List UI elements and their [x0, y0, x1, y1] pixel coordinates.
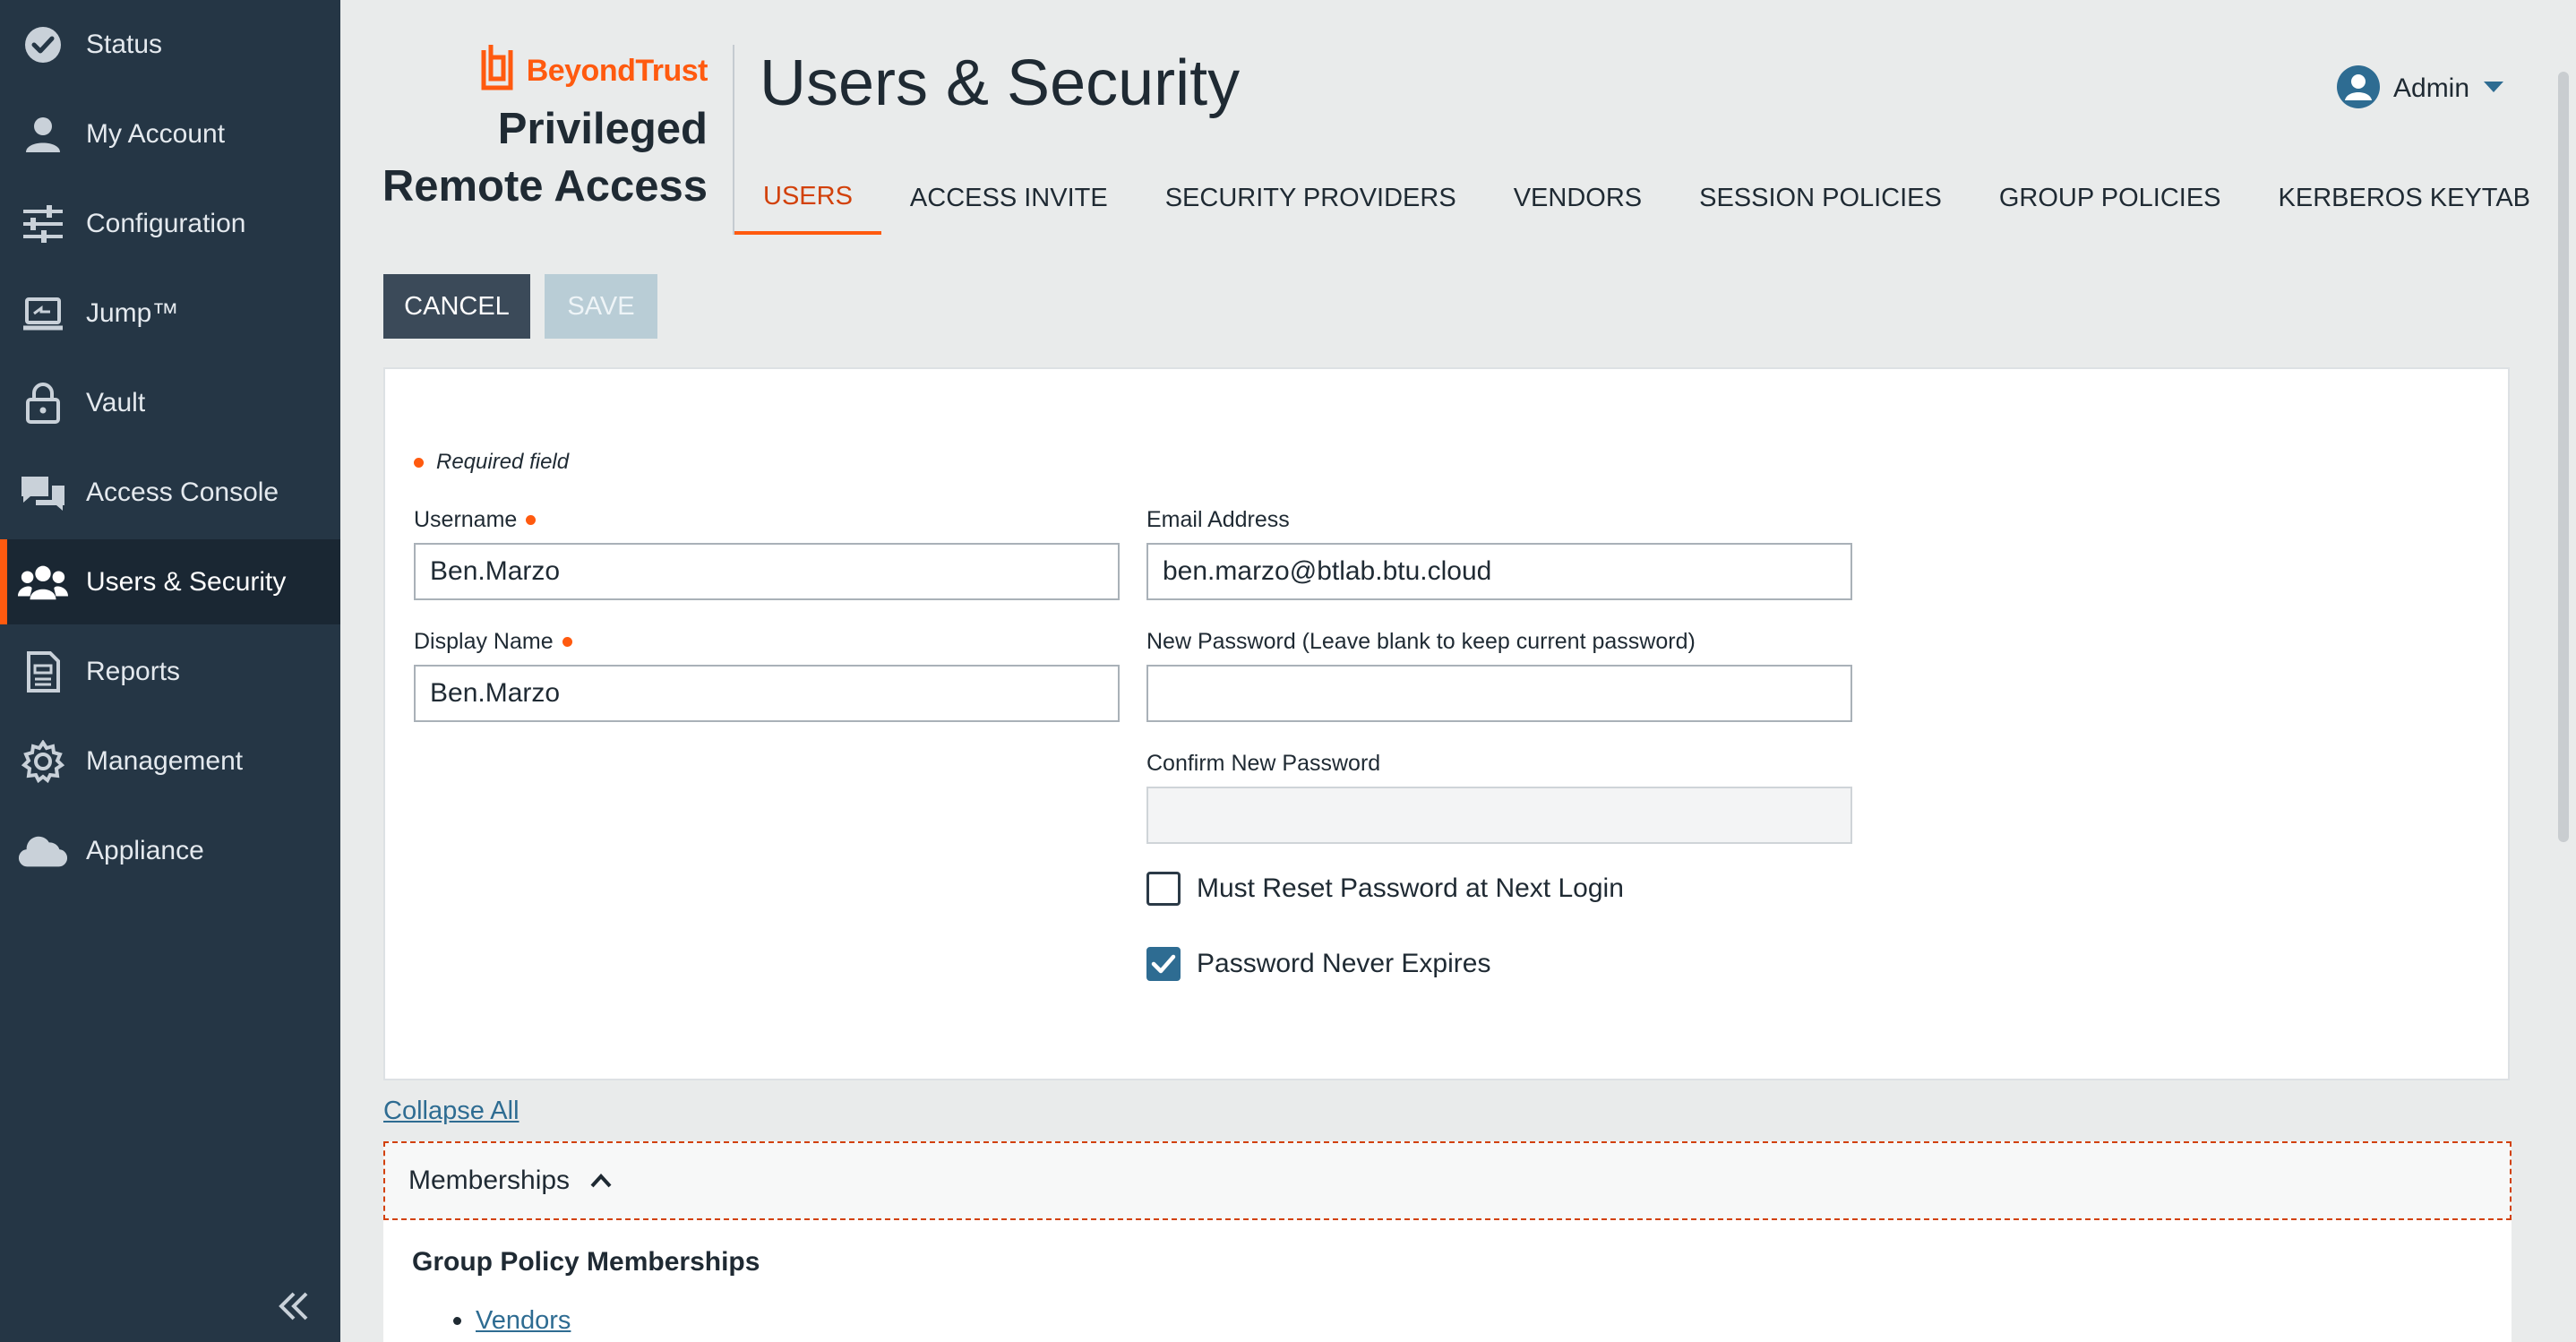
- username-label: Username: [414, 507, 537, 533]
- must-reset-checkbox[interactable]: [1146, 872, 1181, 906]
- bullet: [453, 1317, 461, 1325]
- sidebar-item-label: Access Console: [86, 477, 279, 507]
- users-icon: [18, 557, 68, 607]
- sidebar-item-label: Management: [86, 745, 244, 776]
- sidebar-item-label: Jump™: [86, 297, 179, 328]
- required-dot: [526, 515, 537, 525]
- must-reset-label: Must Reset Password at Next Login: [1197, 873, 1624, 903]
- required-note: Required field: [414, 450, 569, 475]
- cloud-icon: [18, 826, 68, 876]
- sliders-icon: [18, 199, 68, 249]
- chevron-up-icon: [589, 1166, 613, 1196]
- lock-icon: [18, 378, 68, 428]
- never-expires-checkbox-row[interactable]: Password Never Expires: [1146, 944, 1490, 984]
- new-password-label-text: New Password (Leave blank to keep curren…: [1146, 629, 1696, 654]
- group-policy-link-vendors[interactable]: Vendors: [476, 1306, 571, 1336]
- avatar-icon: [2336, 65, 2381, 114]
- sidebar-item-jump[interactable]: Jump™: [0, 271, 340, 356]
- never-expires-checkbox[interactable]: [1146, 947, 1181, 981]
- checkmark-icon: [1151, 954, 1176, 974]
- new-password-input[interactable]: [1146, 665, 1852, 722]
- confirm-password-label-text: Confirm New Password: [1146, 751, 1381, 776]
- required-dot: [562, 637, 572, 647]
- sidebar-item-management[interactable]: Management: [0, 718, 340, 804]
- tab-users[interactable]: USERS: [734, 161, 881, 235]
- display-name-label: Display Name: [414, 629, 572, 655]
- sidebar-item-label: Users & Security: [86, 566, 287, 597]
- check-circle-icon: [18, 20, 68, 70]
- display-name-label-text: Display Name: [414, 629, 554, 654]
- brand-company: BeyondTrust: [526, 53, 708, 88]
- brand-product-line2: Remote Access: [382, 162, 708, 211]
- sidebar-item-users-security[interactable]: Users & Security: [0, 539, 340, 624]
- gear-icon: [18, 736, 68, 787]
- chat-bubbles-icon: [18, 468, 68, 518]
- never-expires-label: Password Never Expires: [1197, 949, 1491, 978]
- tab-bar: USERS ACCESS INVITE SECURITY PROVIDERS V…: [734, 161, 2559, 235]
- confirm-password-input[interactable]: [1146, 787, 1852, 844]
- save-button[interactable]: SAVE: [545, 274, 657, 339]
- tab-group-policies[interactable]: GROUP POLICIES: [1971, 161, 2250, 235]
- email-input[interactable]: [1146, 543, 1852, 600]
- sidebar-item-reports[interactable]: Reports: [0, 629, 340, 714]
- new-password-label: New Password (Leave blank to keep curren…: [1146, 629, 1696, 655]
- must-reset-checkbox-row[interactable]: Must Reset Password at Next Login: [1146, 869, 1624, 908]
- sidebar-item-appliance[interactable]: Appliance: [0, 808, 340, 893]
- list-item: Vendors: [453, 1306, 571, 1336]
- username-input[interactable]: [414, 543, 1120, 600]
- memberships-body: Group Policy Memberships Vendors: [383, 1220, 2512, 1342]
- sidebar-item-label: Configuration: [86, 208, 246, 238]
- brand: BeyondTrust Privileged Remote Access: [376, 41, 708, 215]
- user-name: Admin: [2393, 73, 2470, 103]
- cancel-button[interactable]: CANCEL: [383, 274, 530, 339]
- page-title: Users & Security: [760, 47, 1241, 119]
- display-name-input[interactable]: [414, 665, 1120, 722]
- memberships-label: Memberships: [408, 1166, 571, 1195]
- username-label-text: Username: [414, 507, 518, 532]
- user-icon: [18, 109, 68, 159]
- tab-access-invite[interactable]: ACCESS INVITE: [881, 161, 1137, 235]
- sidebar-item-label: My Account: [86, 118, 226, 149]
- user-form-panel: Required field Username Email Address Di…: [383, 367, 2510, 1080]
- sidebar-item-my-account[interactable]: My Account: [0, 91, 340, 176]
- sidebar-item-label: Reports: [86, 656, 181, 686]
- sidebar: Status My Account Configuration Jump™ Va…: [0, 0, 340, 1342]
- tab-kerberos-keytab[interactable]: KERBEROS KEYTAB: [2250, 161, 2560, 235]
- sidebar-item-vault[interactable]: Vault: [0, 360, 340, 445]
- page-scrollbar[interactable]: [2558, 72, 2569, 842]
- sidebar-item-label: Appliance: [86, 835, 204, 865]
- required-note-text: Required field: [436, 450, 570, 474]
- confirm-password-label: Confirm New Password: [1146, 751, 1380, 777]
- double-chevron-left-icon[interactable]: [274, 1286, 319, 1331]
- user-menu[interactable]: Admin: [2336, 65, 2505, 113]
- required-dot: [414, 457, 424, 468]
- collapse-all-link[interactable]: Collapse All: [383, 1097, 519, 1126]
- tab-vendors[interactable]: VENDORS: [1485, 161, 1670, 235]
- beyondtrust-logo-icon: [477, 43, 518, 99]
- sidebar-item-status[interactable]: Status: [0, 2, 340, 87]
- email-label: Email Address: [1146, 507, 1290, 533]
- report-icon: [18, 647, 68, 697]
- group-policy-memberships-title: Group Policy Memberships: [412, 1247, 760, 1277]
- brand-logo: BeyondTrust: [376, 41, 708, 100]
- chevron-down-icon: [2482, 80, 2505, 99]
- jump-laptop-icon: [18, 288, 68, 339]
- brand-product-line1: Privileged: [497, 105, 708, 153]
- tab-security-providers[interactable]: SECURITY PROVIDERS: [1137, 161, 1485, 235]
- memberships-section-header[interactable]: Memberships: [383, 1141, 2512, 1220]
- sidebar-item-configuration[interactable]: Configuration: [0, 181, 340, 266]
- email-label-text: Email Address: [1146, 507, 1290, 532]
- sidebar-item-access-console[interactable]: Access Console: [0, 450, 340, 535]
- tab-session-policies[interactable]: SESSION POLICIES: [1670, 161, 1971, 235]
- sidebar-item-label: Vault: [86, 387, 146, 417]
- sidebar-item-label: Status: [86, 29, 163, 59]
